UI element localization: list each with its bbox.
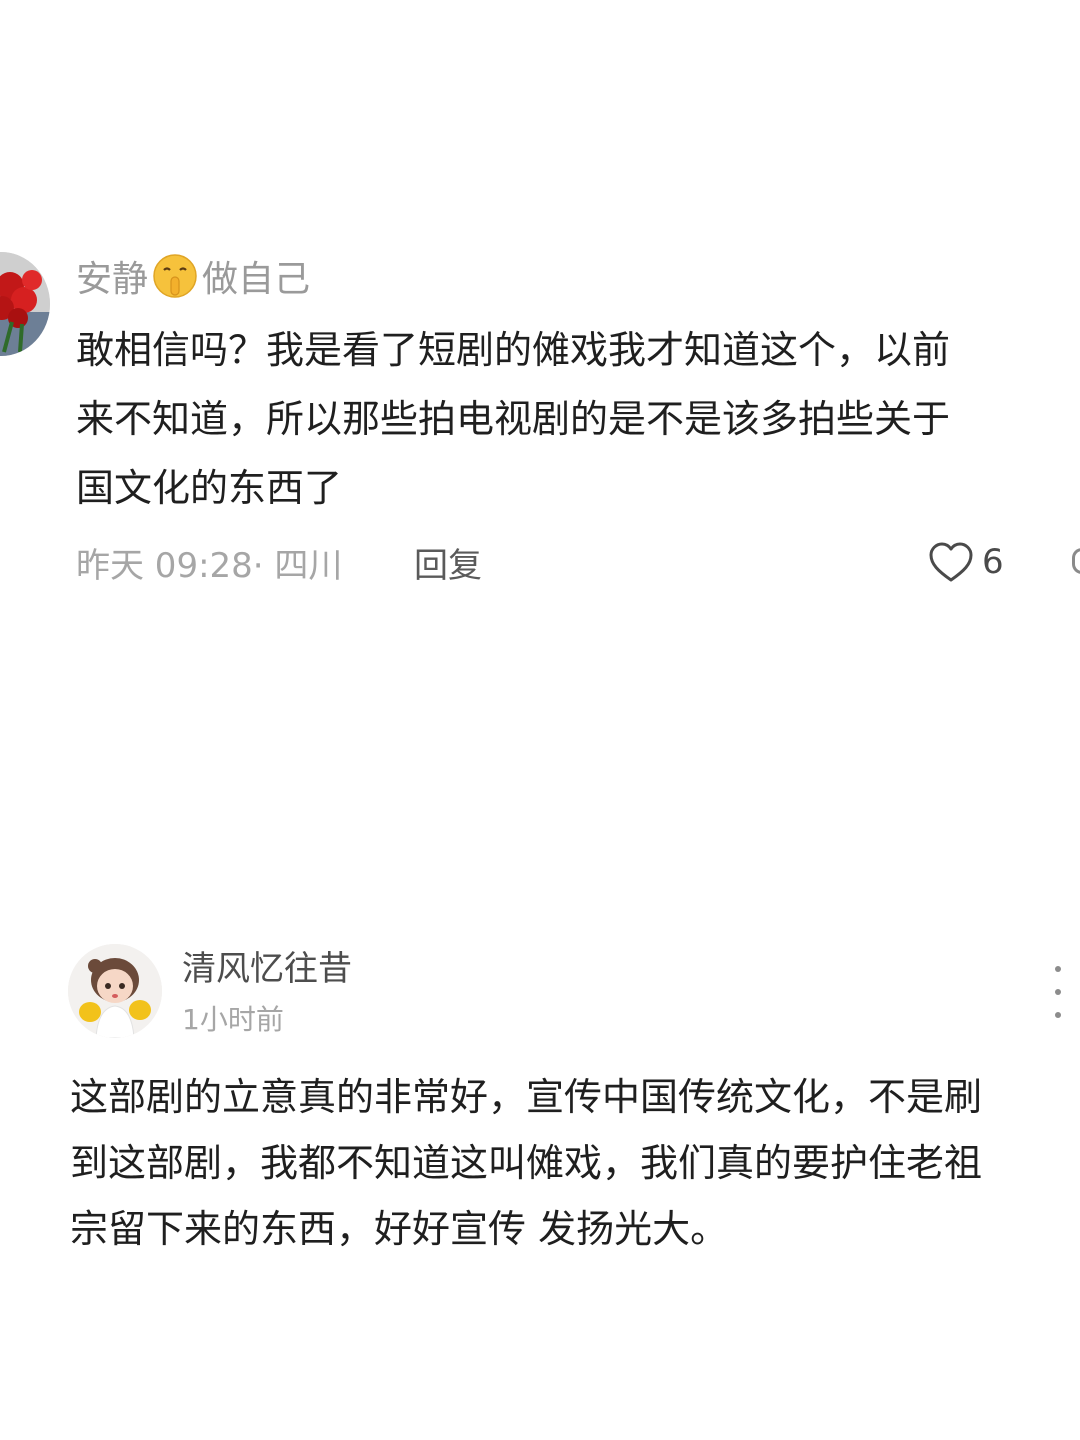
comment-text-line: 敢相信吗？我是看了短剧的傩戏我才知道这个，以前 <box>76 328 951 372</box>
like-count: 6 <box>982 542 1004 582</box>
comment-text: 敢相信吗？我是看了短剧的傩戏我才知道这个，以前 来不知道，所以那些拍电视剧的是不… <box>76 316 1080 523</box>
dislike-icon[interactable] <box>1072 548 1080 574</box>
comment-text-line: 国文化的东西了 <box>76 466 343 510</box>
more-dot <box>1055 1012 1061 1018</box>
avatar[interactable] <box>68 944 162 1038</box>
shushing-face-emoji-icon <box>152 253 198 299</box>
more-dot <box>1055 989 1061 995</box>
comment-text-line: 来不知道，所以那些拍电视剧的是不是该多拍些关于 <box>76 397 951 441</box>
like-button[interactable]: 6 <box>928 536 1004 588</box>
author-name[interactable]: 清风忆往昔 <box>182 946 352 992</box>
reply-button[interactable]: 回复 <box>414 536 482 588</box>
red-roses-image <box>0 252 50 356</box>
cartoon-girl-image <box>68 944 162 1038</box>
more-options-icon[interactable] <box>1040 966 1076 1018</box>
comment-text-line: 到这部剧，我都不知道这叫傩戏，我们真的要护住老祖 <box>70 1141 983 1185</box>
author-name[interactable]: 安静 做自己 <box>76 250 310 302</box>
avatar[interactable] <box>0 252 50 356</box>
comment-meta: 昨天 09:28· 四川 <box>76 545 343 586</box>
more-dot <box>1055 966 1061 972</box>
comment-text-line: 这部剧的立意真的非常好，宣传中国传统文化，不是刷 <box>70 1075 983 1119</box>
author-name-part-1: 安静 <box>76 259 149 300</box>
comment-time: 1小时前 <box>182 1003 284 1036</box>
heart-icon <box>929 542 973 582</box>
comment-text-line: 宗留下来的东西，好好宣传 发扬光大。 <box>70 1207 729 1251</box>
comment-text: 这部剧的立意真的非常好，宣传中国传统文化，不是刷 到这部剧，我都不知道这叫傩戏，… <box>70 1064 1060 1262</box>
author-name-part-2: 做自己 <box>202 259 311 300</box>
